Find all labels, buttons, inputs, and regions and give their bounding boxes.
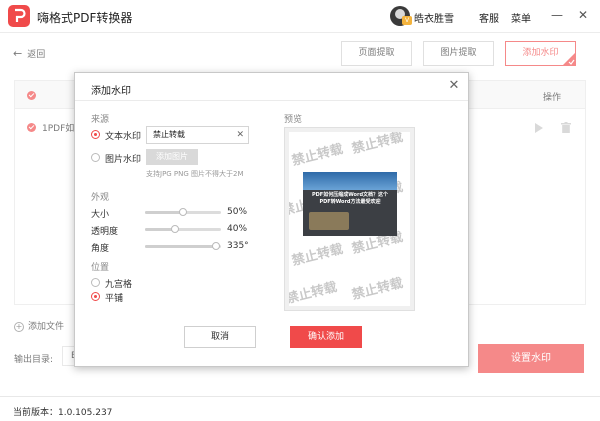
watermark-preview: 禁止转载 禁止转载 禁止转载 禁止转载 禁止转载 禁止转载 禁止转载 禁止转载 … [284, 127, 415, 311]
grid9-radio[interactable] [91, 278, 100, 287]
opacity-slider[interactable] [145, 225, 221, 233]
size-label: 大小 [91, 210, 110, 220]
text-watermark-radio[interactable] [91, 130, 100, 139]
app-title: 嗨格式PDF转换器 [37, 11, 133, 25]
app-logo-icon [8, 5, 30, 27]
grid9-label: 九宫格 [105, 280, 133, 290]
preview-label: 预览 [284, 115, 303, 125]
image-hint: 支持JPG PNG 图片不得大于2M [146, 170, 244, 178]
watermark-tile: 禁止转载 [350, 132, 405, 158]
opacity-slider-thumb[interactable] [171, 225, 180, 233]
clear-icon[interactable]: ✕ [236, 127, 244, 143]
angle-slider[interactable] [145, 242, 221, 250]
text-watermark-label: 文本水印 [105, 132, 142, 142]
menu-link[interactable]: 菜单 [511, 10, 531, 25]
angle-value: 335° [227, 241, 249, 251]
minimize-icon[interactable]: — [549, 7, 565, 23]
opacity-label: 透明度 [91, 227, 119, 237]
preview-page: 禁止转载 禁止转载 禁止转载 禁止转载 禁止转载 禁止转载 禁止转载 禁止转载 … [289, 132, 410, 306]
dialog-header: 添加水印 ✕ [75, 73, 468, 101]
vip-badge: V [402, 16, 412, 25]
add-image-button[interactable]: 添加图片 [146, 149, 198, 165]
watermark-text-input[interactable]: 禁止转载 ✕ [146, 126, 249, 144]
angle-slider-thumb[interactable] [211, 242, 220, 250]
user-name[interactable]: 皓衣胜雪 [414, 10, 454, 25]
close-icon[interactable]: ✕ [575, 7, 591, 23]
title-bar: 嗨格式PDF转换器 V 皓衣胜雪 客服 菜单 — ✕ [0, 0, 600, 33]
opacity-value: 40% [227, 224, 248, 234]
preview-object [309, 212, 349, 230]
preview-sky [303, 172, 397, 190]
angle-label: 角度 [91, 244, 110, 254]
size-value: 50% [227, 207, 248, 217]
angle-slider-fill [145, 245, 216, 248]
dialog-close-icon[interactable]: ✕ [446, 78, 462, 94]
size-slider-thumb[interactable] [179, 208, 187, 216]
watermark-tile: 禁止转载 [350, 275, 405, 304]
image-watermark-radio[interactable] [91, 153, 100, 162]
appearance-section-label: 外观 [91, 193, 110, 203]
source-section-label: 来源 [91, 115, 110, 125]
image-watermark-label: 图片水印 [105, 155, 142, 165]
size-slider[interactable] [145, 208, 221, 216]
preview-headline: PDF如何压缩成Word文档？这个PDF转Word方法最受欢迎 [311, 192, 389, 205]
watermark-tile: 禁止转载 [289, 279, 339, 306]
watermark-tile: 禁止转载 [290, 241, 345, 270]
cancel-button[interactable]: 取消 [184, 326, 256, 348]
watermark-tile: 禁止转载 [290, 141, 345, 170]
confirm-add-button[interactable]: 确认添加 [290, 326, 362, 348]
service-link[interactable]: 客服 [479, 10, 499, 25]
watermark-text-value: 禁止转载 [153, 130, 185, 139]
size-slider-fill [145, 211, 183, 214]
version-label: 当前版本：1.0.105.237 [13, 408, 113, 418]
tile-radio[interactable] [91, 292, 100, 301]
position-section-label: 位置 [91, 263, 110, 273]
status-bar: 当前版本：1.0.105.237 [0, 396, 600, 421]
add-watermark-dialog: 添加水印 ✕ 来源 文本水印 禁止转载 ✕ 图片水印 添加图片 支持JPG PN… [74, 72, 469, 367]
preview-image: PDF如何压缩成Word文档？这个PDF转Word方法最受欢迎 [303, 172, 397, 236]
dialog-title: 添加水印 [91, 86, 131, 97]
tile-label: 平铺 [105, 294, 124, 304]
